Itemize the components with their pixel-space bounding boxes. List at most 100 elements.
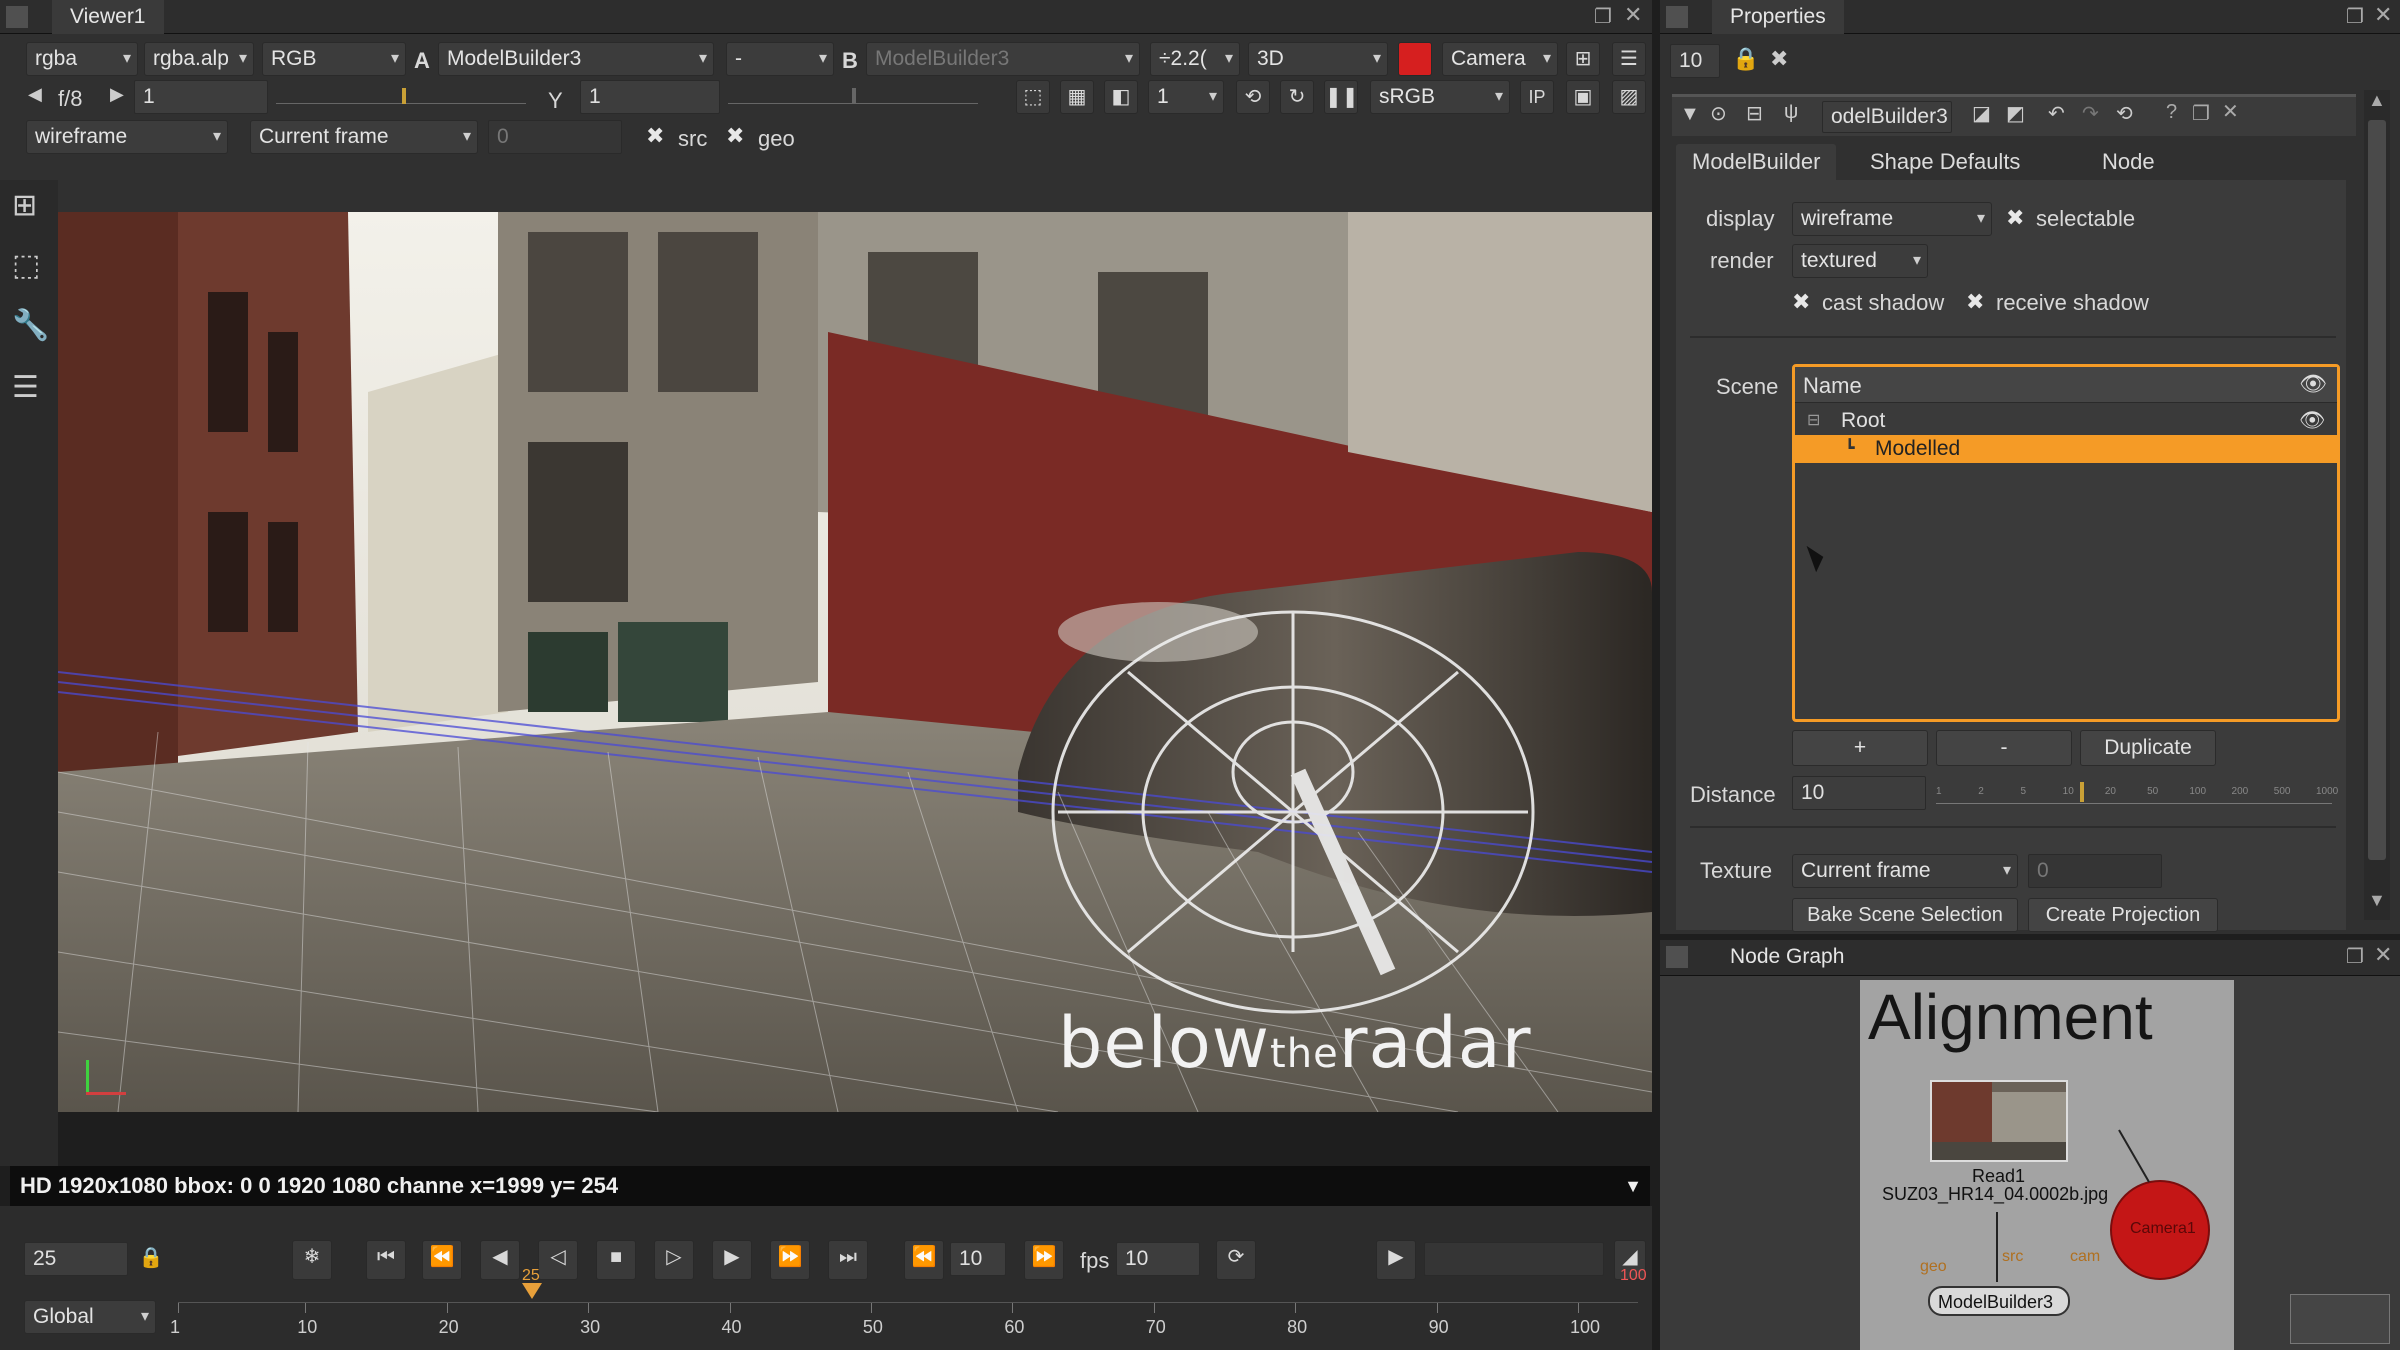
roi-icon[interactable]: ⬚ bbox=[1016, 80, 1050, 114]
goto-end-icon[interactable]: ⏭ bbox=[828, 1240, 868, 1280]
distance-field[interactable]: 10 bbox=[1792, 776, 1926, 810]
windows-icon[interactable]: ⊞ bbox=[12, 188, 46, 222]
properties-scrollbar[interactable]: ▲ ▼ bbox=[2364, 90, 2390, 920]
display-mode-dropdown[interactable]: wireframe bbox=[26, 120, 228, 154]
texture-dropdown[interactable]: Current frame bbox=[1792, 854, 2018, 888]
step-back-icon[interactable]: ◀ bbox=[480, 1240, 520, 1280]
next-keyframe-icon[interactable]: ⏩ bbox=[770, 1240, 810, 1280]
lut-dropdown[interactable]: sRGB bbox=[1370, 80, 1510, 114]
colorspace-channel-dropdown[interactable]: RGB bbox=[262, 42, 406, 76]
camera-node[interactable]: Camera1 bbox=[2110, 1180, 2210, 1280]
channels-dropdown[interactable]: rgba bbox=[26, 42, 138, 76]
src-checkbox[interactable]: ✖ bbox=[646, 125, 666, 147]
visibility-header-icon[interactable]: 👁 bbox=[2299, 371, 2327, 397]
wrench-icon[interactable]: 🔧 bbox=[12, 308, 49, 342]
collapse-icon[interactable]: ▼ bbox=[1680, 103, 1700, 126]
render-dropdown[interactable]: textured bbox=[1792, 244, 1928, 278]
play-backward-icon[interactable]: ◁ bbox=[538, 1240, 578, 1280]
viewer-settings-icon[interactable]: ☰ bbox=[1612, 42, 1646, 76]
goto-start-icon[interactable]: ⏮ bbox=[366, 1240, 406, 1280]
geo-checkbox[interactable]: ✖ bbox=[726, 125, 746, 147]
clear-panels-icon[interactable]: ✖ bbox=[1770, 46, 1788, 72]
tab-node[interactable]: Node bbox=[2086, 144, 2171, 180]
modelbuilder-node[interactable]: ModelBuilder3 bbox=[1928, 1286, 2070, 1316]
play-increment-field[interactable]: 10 bbox=[950, 1242, 1006, 1276]
float-panel-icon[interactable]: ❐ bbox=[1594, 4, 1612, 29]
close-icon[interactable]: ✕ bbox=[2222, 99, 2239, 124]
close-panel-icon[interactable]: ✕ bbox=[1624, 2, 1642, 28]
fps-field[interactable]: 10 bbox=[1116, 1242, 1200, 1276]
overlay-icon[interactable]: ▨ bbox=[1612, 80, 1646, 114]
gain-slider[interactable] bbox=[276, 88, 526, 104]
snowflake-icon[interactable]: ❄ bbox=[292, 1240, 332, 1280]
timeline-ruler[interactable]: 25 100 1 10 20 30 40 50 60 70 80 90 100 bbox=[170, 1267, 1647, 1346]
undo-icon[interactable]: ↶ bbox=[2048, 101, 2065, 126]
pause-display-icon[interactable]: ◧ bbox=[1104, 80, 1138, 114]
view-mode-dropdown[interactable]: 3D bbox=[1248, 42, 1388, 76]
skip-forward-icon[interactable]: ⏩ bbox=[1024, 1240, 1064, 1280]
revert-icon[interactable]: ⟲ bbox=[2116, 101, 2133, 126]
close-panel-icon[interactable]: ✕ bbox=[2374, 2, 2392, 28]
help-icon[interactable]: ? bbox=[2166, 101, 2177, 124]
selectable-checkbox[interactable]: ✖ bbox=[2006, 207, 2026, 229]
mask-icon[interactable]: ▣ bbox=[1566, 80, 1600, 114]
float-icon[interactable]: ❐ bbox=[2192, 101, 2210, 126]
current-frame-marker[interactable] bbox=[522, 1283, 542, 1299]
center-node-icon[interactable]: ⊟ bbox=[1746, 101, 1763, 126]
tab-properties[interactable]: Properties bbox=[1712, 0, 1844, 34]
flipbook-icon[interactable]: ▶ bbox=[1376, 1240, 1416, 1280]
input-b-dropdown[interactable]: ModelBuilder3 bbox=[866, 42, 1140, 76]
menu-icon[interactable]: ☰ bbox=[12, 370, 46, 404]
scene-tree-header[interactable]: Name 👁 bbox=[1795, 367, 2337, 403]
input-node-icon[interactable]: ψ bbox=[1784, 101, 1798, 124]
nav-minimap[interactable] bbox=[2290, 1294, 2390, 1344]
tab-shape-defaults[interactable]: Shape Defaults bbox=[1854, 144, 2036, 180]
add-button[interactable]: + bbox=[1792, 730, 1928, 766]
visibility-icon[interactable]: 👁 bbox=[2299, 407, 2326, 435]
receive-shadow-checkbox[interactable]: ✖ bbox=[1966, 291, 1986, 313]
alpha-dropdown[interactable]: rgba.alp bbox=[144, 42, 254, 76]
distance-slider-handle[interactable] bbox=[2080, 782, 2085, 802]
scroll-thumb[interactable] bbox=[2368, 120, 2386, 860]
input-process-button[interactable]: IP bbox=[1520, 80, 1554, 114]
lock-icon[interactable]: 🔒 bbox=[1732, 46, 1759, 72]
redo-icon[interactable]: ↷ bbox=[2082, 101, 2099, 126]
tab-node-graph[interactable]: Node Graph bbox=[1712, 940, 1863, 974]
create-projection-button[interactable]: Create Projection bbox=[2028, 898, 2218, 932]
bake-scene-selection-button[interactable]: Bake Scene Selection bbox=[1792, 898, 2018, 932]
panel-grip-icon[interactable] bbox=[1666, 946, 1688, 968]
viewer-viewport[interactable]: belowtheradar bbox=[58, 212, 1652, 1112]
close-panel-icon[interactable]: ✕ bbox=[2374, 942, 2392, 968]
panel-grip-icon[interactable] bbox=[6, 6, 28, 28]
float-panel-icon[interactable]: ❐ bbox=[2346, 944, 2364, 969]
transform-tool-icon[interactable]: ⬚ bbox=[12, 248, 46, 282]
next-fstop-icon[interactable]: ▶ bbox=[110, 84, 124, 105]
duplicate-button[interactable]: Duplicate bbox=[2080, 730, 2216, 766]
backdrop-alignment[interactable]: Alignment Read1 SUZ03_HR14_04.0002b.jpg … bbox=[1860, 980, 2234, 1350]
color-node-icon[interactable]: ◪ bbox=[1972, 101, 1991, 126]
lock-icon[interactable]: 🔒 bbox=[134, 1242, 168, 1276]
gamma-slider[interactable] bbox=[728, 88, 978, 104]
loop-icon[interactable]: ⟳ bbox=[1216, 1240, 1256, 1280]
remove-button[interactable]: - bbox=[1936, 730, 2072, 766]
frame-icon[interactable]: ⊞ bbox=[1566, 42, 1600, 76]
scene-tree[interactable]: Name 👁 ⊟ Root 👁 ┗ Modelled bbox=[1792, 364, 2340, 722]
texture-frame-field[interactable]: 0 bbox=[2028, 854, 2162, 888]
fstop-value[interactable]: f/8 bbox=[58, 86, 82, 112]
skip-back-icon[interactable]: ⏪ bbox=[904, 1240, 944, 1280]
stop-icon[interactable]: ■ bbox=[596, 1240, 636, 1280]
current-frame-field[interactable]: 25 bbox=[24, 1242, 128, 1276]
step-forward-icon[interactable]: ▶ bbox=[712, 1240, 752, 1280]
proxy-dropdown[interactable]: 1 bbox=[1148, 80, 1224, 114]
viewer-node-icon[interactable]: ⊙ bbox=[1710, 101, 1727, 126]
color-node2-icon[interactable]: ◩ bbox=[2006, 101, 2025, 126]
gain-dropdown[interactable]: ÷2.2( bbox=[1150, 42, 1240, 76]
tree-row-root[interactable]: ⊟ Root 👁 bbox=[1795, 407, 2337, 435]
tab-viewer1[interactable]: Viewer1 bbox=[52, 0, 164, 34]
frame-number-field[interactable]: 0 bbox=[488, 120, 622, 154]
tree-row-modelled[interactable]: ┗ Modelled bbox=[1795, 435, 2337, 463]
float-panel-icon[interactable]: ❐ bbox=[2346, 4, 2364, 29]
scroll-up-icon[interactable]: ▲ bbox=[2368, 90, 2386, 111]
sync-icon[interactable]: ↻ bbox=[1280, 80, 1314, 114]
max-panels-field[interactable]: 10 bbox=[1670, 44, 1720, 78]
